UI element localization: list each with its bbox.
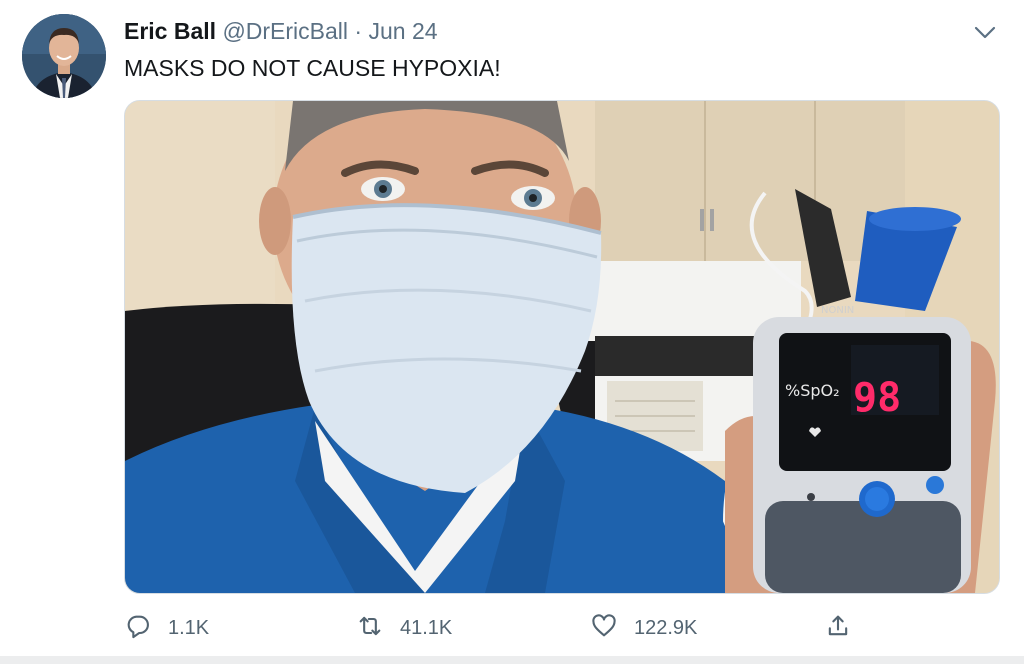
retweet-button[interactable]: 41.1K bbox=[356, 612, 452, 644]
retweet-icon bbox=[356, 612, 384, 645]
like-count: 122.9K bbox=[634, 616, 698, 639]
retweet-count: 41.1K bbox=[400, 616, 453, 639]
tweet-media[interactable]: %SpO₂ 98 NONIN bbox=[124, 100, 1000, 594]
share-icon bbox=[824, 612, 852, 645]
author-name[interactable]: Eric Ball bbox=[124, 18, 216, 44]
like-button[interactable]: 122.9K bbox=[590, 612, 697, 644]
oximeter-label: %SpO₂ bbox=[785, 381, 840, 400]
heart-icon bbox=[590, 612, 618, 645]
chevron-down-icon[interactable] bbox=[972, 22, 998, 42]
avatar-photo bbox=[22, 14, 106, 98]
share-button[interactable] bbox=[824, 612, 852, 644]
header-separator: · bbox=[354, 18, 363, 44]
reply-button[interactable]: 1.1K bbox=[124, 612, 209, 644]
avatar[interactable] bbox=[22, 14, 106, 98]
tweet-date[interactable]: Jun 24 bbox=[368, 18, 437, 44]
author-handle[interactable]: @DrEricBall bbox=[222, 18, 348, 44]
tweet-actions: 1.1K 41.1K 122.9K bbox=[124, 612, 984, 644]
reply-count: 1.1K bbox=[168, 616, 210, 639]
oximeter-brand: NONIN bbox=[821, 305, 854, 316]
oximeter-reading: 98 bbox=[853, 375, 901, 421]
tweet-text: MASKS DO NOT CAUSE HYPOXIA! bbox=[124, 55, 501, 81]
timeline-divider bbox=[0, 656, 1024, 664]
tweet-header: Eric Ball @DrEricBall · Jun 24 bbox=[124, 17, 438, 45]
selfie-photo: %SpO₂ 98 NONIN bbox=[125, 101, 999, 593]
reply-icon bbox=[124, 612, 152, 645]
